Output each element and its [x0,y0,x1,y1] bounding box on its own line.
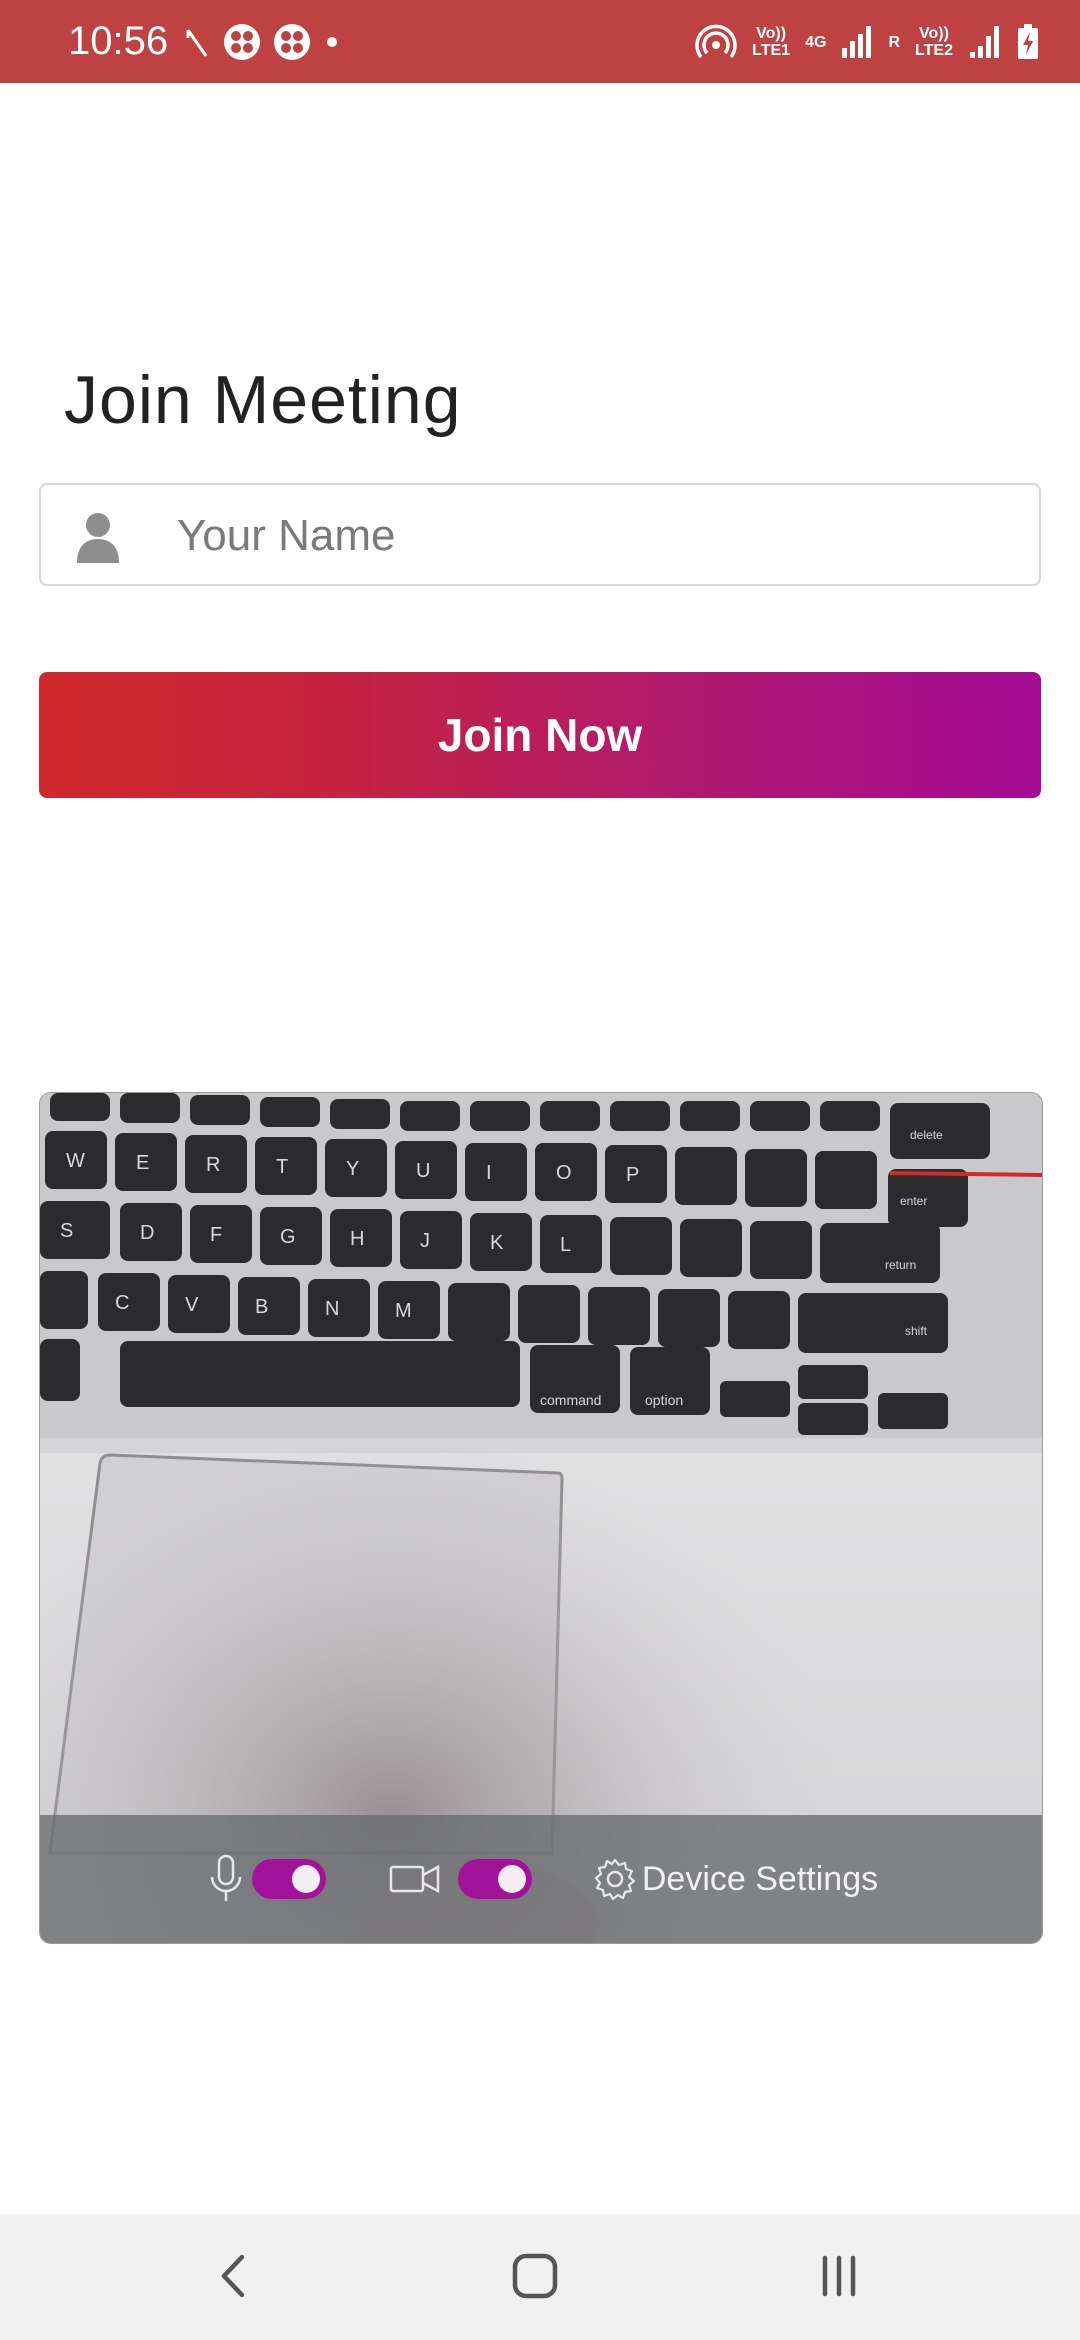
gear-icon [594,1858,635,1901]
toggle-knob [497,1865,526,1893]
camera-toggle[interactable] [457,1859,532,1899]
app-notification-icon-2 [274,24,310,60]
system-nav-bar [0,2214,1080,2340]
volte-lte1-label: Vo)) LTE1 [752,25,791,59]
status-time: 10:56 [68,19,169,63]
volte-lte2-label: Vo)) LTE2 [915,25,953,59]
network-4g-label: 4G [805,33,827,51]
page-title: Join Meeting [64,361,462,438]
recents-button[interactable] [804,2244,874,2308]
signal-2-icon [970,26,999,58]
roaming-label: R [888,33,900,51]
recents-icon [822,2255,856,2297]
camera-control [388,1859,532,1899]
toggle-knob [291,1865,320,1893]
microphone-toggle[interactable] [251,1859,326,1899]
hotspot-icon [695,24,737,59]
home-icon [512,2253,558,2299]
notification-icons [182,20,342,64]
microphone-control [206,1853,326,1905]
system-icons: Vo)) LTE1 4G R Vo)) LTE2 [695,18,1040,66]
person-icon [77,513,119,563]
device-controls-bar: Device Settings [40,1815,1042,1943]
signal-1-icon [842,26,872,58]
device-settings-label: Device Settings [641,1859,879,1898]
back-button[interactable] [198,2244,268,2308]
home-button[interactable] [500,2244,570,2308]
video-camera-icon [389,1864,440,1894]
join-now-button[interactable]: Join Now [39,672,1041,798]
more-notifications-dot-icon [327,37,337,47]
name-input[interactable] [175,487,1019,584]
battery-charging-icon [1018,24,1038,59]
device-settings-button[interactable]: Device Settings [592,1856,878,1902]
microphone-icon [210,1854,242,1901]
app-notification-icon [224,24,260,60]
camera-preview: WER TYU IOP SDF GHJ KL CVB NM delete ent… [39,1092,1043,1944]
missed-call-icon [186,29,208,57]
back-icon [221,2254,245,2298]
name-field[interactable] [39,483,1041,586]
status-bar: 10:56 Vo)) LTE1 4G R Vo)) LTE2 [0,0,1080,83]
